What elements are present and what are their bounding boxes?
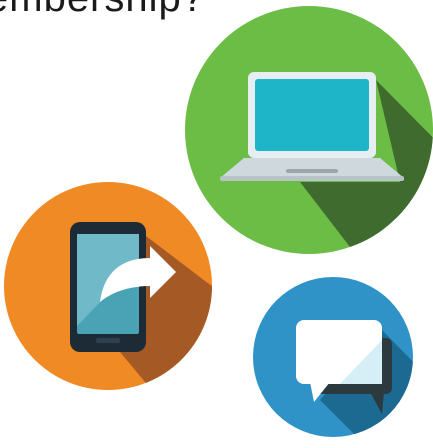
illustration [4, 6, 433, 437]
smartphone-share-icon [4, 182, 212, 390]
laptop-icon [185, 6, 433, 254]
chat-bubble-icon [253, 277, 413, 437]
page: embership? [0, 0, 433, 448]
